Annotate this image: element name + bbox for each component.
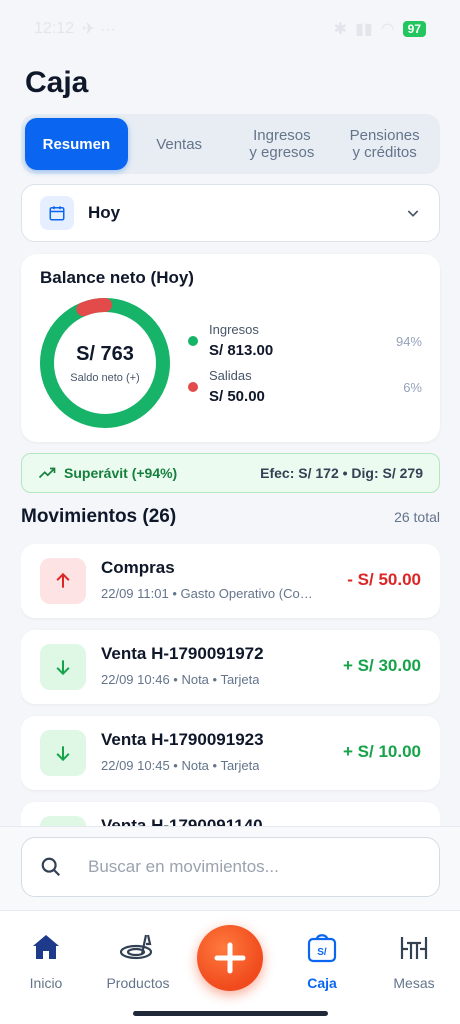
movement-name: Venta H-1790091923 [101, 730, 264, 749]
balance-card: Balance neto (Hoy) S/ 763 Saldo neto (+)… [21, 254, 440, 442]
surplus-label: Superávit (+94%) [64, 465, 178, 481]
signal-icon: ▮▮ [355, 21, 373, 38]
nav-inicio[interactable]: Inicio [0, 929, 92, 991]
salidas-label: Salidas [209, 368, 252, 383]
dish-icon [118, 929, 158, 965]
date-filter-select[interactable]: Hoy [21, 184, 440, 242]
net-balance-amount: S/ 763 [76, 342, 134, 365]
donut-center: S/ 763 Saldo neto (+) [38, 296, 172, 430]
add-button[interactable] [197, 925, 263, 991]
bottom-nav: Inicio Productos S/ Caja Mesas [0, 910, 460, 1024]
table-icon [398, 929, 430, 965]
search-icon [41, 857, 61, 877]
status-extra: ✈ ··· [82, 21, 116, 38]
nav-caja-label: Caja [307, 975, 337, 991]
salidas-amount: S/ 50.00 [209, 388, 265, 405]
calendar-icon [40, 196, 74, 230]
movement-amount: + S/ 10.00 [343, 742, 421, 761]
nav-mesas[interactable]: Mesas [368, 929, 460, 991]
movement-amount: + S/ 30.00 [343, 656, 421, 675]
tab-bar: Resumen Ventas Ingresos y egresos Pensio… [21, 114, 440, 174]
cash-bag-icon: S/ [305, 929, 339, 965]
movements-header: Movimientos (26) 26 total [21, 506, 440, 528]
wifi-icon: ◠ [380, 21, 395, 38]
status-time: 12:12 [34, 20, 75, 37]
list-item[interactable]: Compras 22/09 11:01 • Gasto Operativo (C… [21, 544, 440, 618]
ingresos-percent: 94% [395, 334, 422, 349]
ingresos-label: Ingresos [209, 322, 259, 337]
ingresos-amount: S/ 813.00 [209, 342, 274, 359]
page-title: Caja [25, 66, 89, 99]
movements-total: 26 total [394, 509, 440, 525]
chevron-down-icon [407, 210, 419, 217]
nav-productos-label: Productos [106, 975, 170, 991]
movements-list: Compras 22/09 11:01 • Gasto Operativo (C… [21, 544, 440, 826]
home-indicator [133, 1011, 328, 1016]
ingresos-dot [188, 336, 198, 346]
tab-ingresos-egresos[interactable]: Ingresos y egresos [231, 118, 334, 170]
net-balance-subtitle: Saldo neto (+) [70, 371, 140, 384]
nav-inicio-label: Inicio [29, 975, 63, 991]
arrow-down-icon [40, 816, 86, 826]
trending-up-icon [38, 467, 56, 479]
arrow-down-icon [40, 730, 86, 776]
tab-resumen[interactable]: Resumen [25, 118, 128, 170]
search-input[interactable] [88, 857, 421, 877]
bluetooth-icon: ✱ [333, 21, 348, 38]
nav-caja[interactable]: S/ Caja [276, 929, 368, 991]
surplus-breakdown: Efec: S/ 172 • Dig: S/ 279 [260, 465, 423, 481]
surplus-banner: Superávit (+94%) Efec: S/ 172 • Dig: S/ … [21, 453, 440, 493]
arrow-down-icon [40, 644, 86, 690]
movement-meta: 22/09 10:46 • Nota • Tarjeta [101, 672, 260, 687]
movement-amount: - S/ 50.00 [347, 570, 421, 589]
status-bar: 12:12 ✈ ··· ✱ ▮▮ ◠ 97 [0, 0, 460, 58]
svg-text:S/: S/ [317, 947, 327, 958]
plus-icon [214, 942, 246, 974]
nav-mesas-label: Mesas [393, 975, 435, 991]
movement-name: Venta H-1790091140 [101, 816, 263, 826]
list-item[interactable]: Venta H-1790091140 [21, 802, 440, 826]
balance-title: Balance neto (Hoy) [40, 268, 194, 287]
movement-name: Venta H-1790091972 [101, 644, 264, 663]
battery-badge: 97 [402, 21, 426, 37]
movement-meta: 22/09 10:45 • Nota • Tarjeta [101, 758, 260, 773]
search-area [0, 826, 460, 910]
list-item[interactable]: Venta H-1790091923 22/09 10:45 • Nota • … [21, 716, 440, 790]
movement-meta: 22/09 11:01 • Gasto Operativo (Compras) [101, 586, 323, 601]
date-filter-value: Hoy [88, 203, 121, 222]
list-item[interactable]: Venta H-1790091972 22/09 10:46 • Nota • … [21, 630, 440, 704]
search-box[interactable] [21, 837, 440, 897]
tab-ventas[interactable]: Ventas [128, 118, 231, 170]
salidas-dot [188, 382, 198, 392]
nav-productos[interactable]: Productos [92, 929, 184, 991]
arrow-up-icon [40, 558, 86, 604]
movement-name: Compras [101, 558, 175, 577]
tab-pensiones-creditos[interactable]: Pensiones y créditos [333, 118, 436, 170]
home-icon [31, 929, 61, 965]
salidas-percent: 6% [403, 380, 422, 395]
movements-title: Movimientos (26) [21, 506, 177, 527]
